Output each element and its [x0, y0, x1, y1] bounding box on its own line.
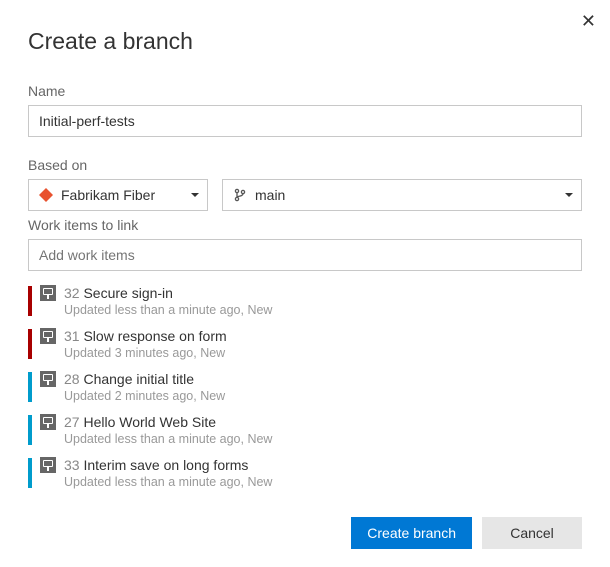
work-item[interactable]: 31 Slow response on formUpdated 3 minute…: [28, 324, 582, 367]
work-item-title: 27 Hello World Web Site: [64, 413, 272, 431]
work-item-name: Hello World Web Site: [80, 414, 216, 430]
work-item-id: 28: [64, 371, 80, 387]
work-item-body: 28 Change initial titleUpdated 2 minutes…: [64, 370, 225, 404]
work-item[interactable]: 28 Change initial titleUpdated 2 minutes…: [28, 367, 582, 410]
work-item-name: Slow response on form: [80, 328, 227, 344]
chevron-down-icon: [565, 193, 573, 197]
branch-name: main: [255, 187, 285, 203]
work-item[interactable]: 27 Hello World Web SiteUpdated less than…: [28, 410, 582, 453]
based-on-label: Based on: [28, 157, 582, 173]
work-items-label: Work items to link: [28, 217, 582, 233]
backlog-item-icon: [40, 371, 56, 387]
dialog-title: Create a branch: [28, 28, 582, 55]
branch-icon: [233, 188, 247, 202]
repo-icon: [39, 188, 53, 202]
work-item-name: Interim save on long forms: [80, 457, 249, 473]
work-item-title: 33 Interim save on long forms: [64, 456, 272, 474]
backlog-item-icon: [40, 285, 56, 301]
create-branch-button[interactable]: Create branch: [351, 517, 472, 549]
work-item-title: 32 Secure sign-in: [64, 284, 272, 302]
work-item-title: 28 Change initial title: [64, 370, 225, 388]
work-item-name: Secure sign-in: [80, 285, 173, 301]
work-items-list: 32 Secure sign-inUpdated less than a min…: [28, 281, 582, 496]
work-item-id: 32: [64, 285, 80, 301]
work-item-accent: [28, 415, 32, 445]
work-item-subtitle: Updated less than a minute ago, New: [64, 474, 272, 490]
work-item-id: 31: [64, 328, 80, 344]
work-item[interactable]: 33 Interim save on long formsUpdated les…: [28, 453, 582, 496]
work-item-body: 33 Interim save on long formsUpdated les…: [64, 456, 272, 490]
cancel-button[interactable]: Cancel: [482, 517, 582, 549]
work-item-subtitle: Updated less than a minute ago, New: [64, 431, 272, 447]
work-item-accent: [28, 458, 32, 488]
branch-select[interactable]: main: [222, 179, 582, 211]
work-item-accent: [28, 286, 32, 316]
work-item-id: 27: [64, 414, 80, 430]
backlog-item-icon: [40, 414, 56, 430]
repo-select[interactable]: Fabrikam Fiber: [28, 179, 208, 211]
work-item-body: 27 Hello World Web SiteUpdated less than…: [64, 413, 272, 447]
work-item-accent: [28, 329, 32, 359]
work-item-body: 31 Slow response on formUpdated 3 minute…: [64, 327, 227, 361]
branch-name-input[interactable]: [28, 105, 582, 137]
work-item[interactable]: 32 Secure sign-inUpdated less than a min…: [28, 281, 582, 324]
work-items-input[interactable]: [28, 239, 582, 271]
backlog-item-icon: [40, 457, 56, 473]
work-item-subtitle: Updated less than a minute ago, New: [64, 302, 272, 318]
name-label: Name: [28, 83, 582, 99]
work-item-title: 31 Slow response on form: [64, 327, 227, 345]
close-icon[interactable]: ✕: [581, 12, 596, 30]
backlog-item-icon: [40, 328, 56, 344]
work-item-name: Change initial title: [80, 371, 194, 387]
work-item-body: 32 Secure sign-inUpdated less than a min…: [64, 284, 272, 318]
chevron-down-icon: [191, 193, 199, 197]
work-item-subtitle: Updated 2 minutes ago, New: [64, 388, 225, 404]
work-item-accent: [28, 372, 32, 402]
repo-name: Fabrikam Fiber: [61, 187, 155, 203]
work-item-id: 33: [64, 457, 80, 473]
work-item-subtitle: Updated 3 minutes ago, New: [64, 345, 227, 361]
